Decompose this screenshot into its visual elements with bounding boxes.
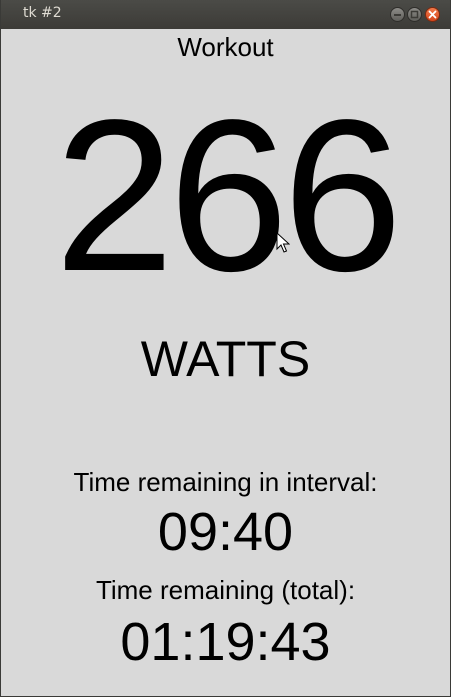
app-window: tk #2 Workout 266 WATTS Time remaining i…: [0, 0, 451, 697]
title-bar[interactable]: tk #2: [1, 0, 450, 29]
window-title: tk #2: [23, 5, 62, 21]
workout-panel: Workout 266 WATTS Time remaining in inte…: [1, 29, 450, 696]
interval-remaining-value: 09:40: [157, 502, 294, 562]
total-remaining-label: Time remaining (total):: [95, 575, 356, 605]
maximize-icon[interactable]: [407, 7, 422, 22]
total-remaining-value: 01:19:43: [120, 612, 331, 672]
mouse-cursor-icon: [276, 232, 290, 253]
close-icon[interactable]: [425, 7, 440, 22]
power-value: 266: [54, 74, 402, 316]
page-title: Workout: [177, 32, 274, 62]
minimize-icon[interactable]: [390, 7, 405, 22]
interval-remaining-label: Time remaining in interval:: [73, 467, 378, 497]
power-unit-label: WATTS: [140, 331, 311, 387]
